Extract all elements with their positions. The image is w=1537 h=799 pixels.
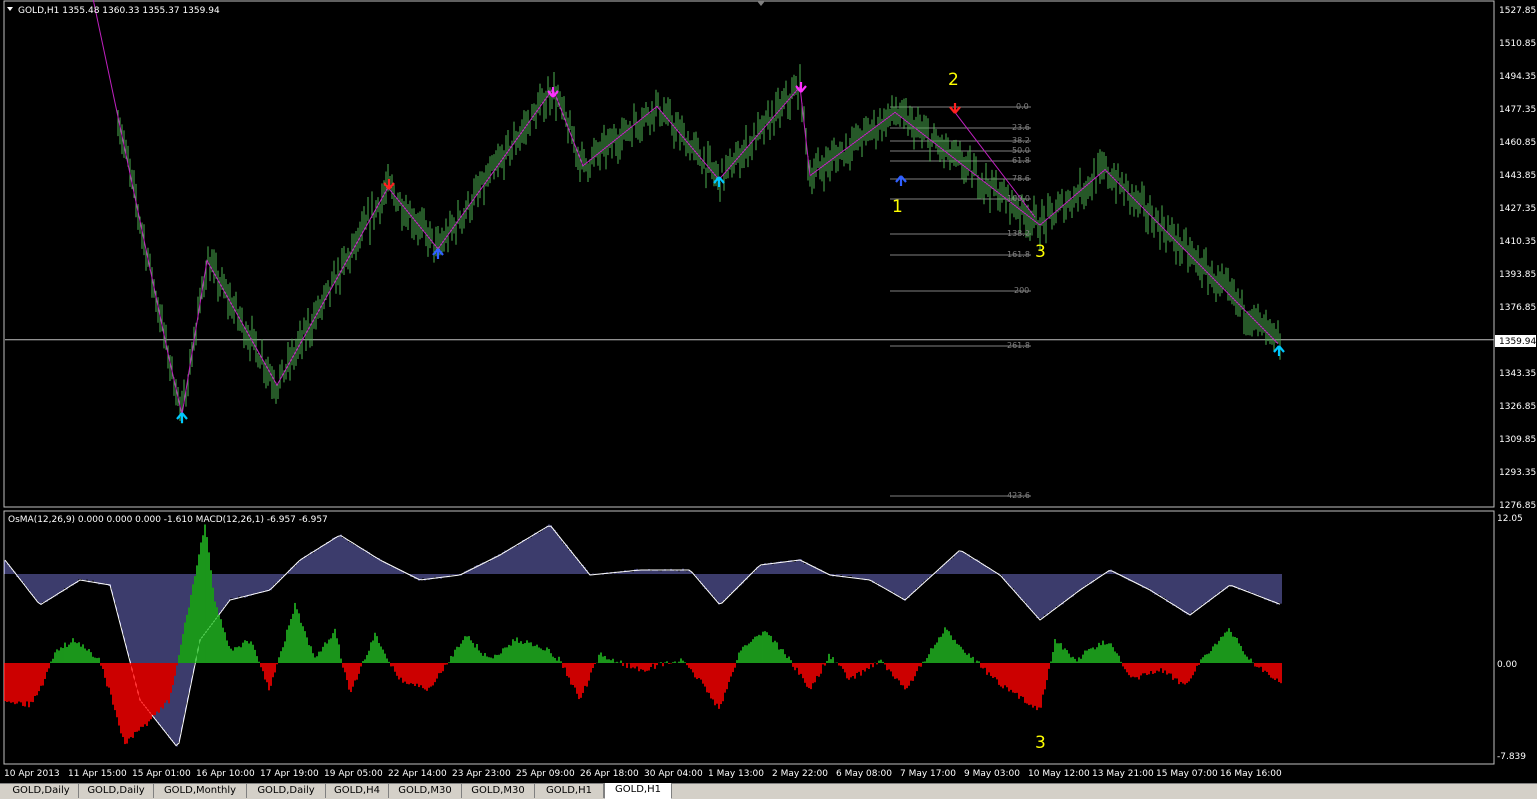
- tab-gold-m30[interactable]: GOLD,M30: [389, 784, 462, 798]
- price-tick: 1343.35: [1499, 369, 1536, 379]
- price-tick: 1326.85: [1499, 402, 1536, 412]
- time-tick: 7 May 17:00: [900, 769, 956, 779]
- time-tick: 13 May 21:00: [1092, 769, 1154, 779]
- tab-gold-h4[interactable]: GOLD,H4: [326, 784, 389, 798]
- up-arrow-icon: [895, 175, 907, 186]
- current-price-label: 1359.94: [1499, 337, 1536, 347]
- time-tick: 15 Apr 01:00: [132, 769, 191, 779]
- indicator-tick: 12.05: [1497, 514, 1523, 524]
- fibonacci-labels: 0.0 23.6 38.2 50.0 61.8 78.6 100.0 138.2…: [1007, 102, 1030, 500]
- time-tick: 10 May 12:00: [1028, 769, 1090, 779]
- price-tick: 1510.85: [1499, 39, 1536, 49]
- tab-gold-h1-active[interactable]: GOLD,H1: [604, 783, 672, 799]
- chart-tab-bar: GOLD,Daily GOLD,Daily GOLD,Monthly GOLD,…: [0, 783, 1537, 799]
- time-tick: 25 Apr 09:00: [516, 769, 575, 779]
- fib-label: 61.8: [1012, 156, 1030, 165]
- fib-label: 38.2: [1012, 136, 1030, 145]
- chart-menu-icon[interactable]: [7, 7, 13, 11]
- tab-gold-daily[interactable]: GOLD,Daily: [247, 784, 326, 798]
- price-tick: 1494.35: [1499, 72, 1536, 82]
- price-tick: 1443.85: [1499, 171, 1536, 181]
- indicator-tick: 0.00: [1497, 660, 1517, 670]
- fib-label: 161.8: [1007, 250, 1030, 259]
- fib-label: 138.2: [1007, 229, 1030, 238]
- time-tick: 19 Apr 05:00: [324, 769, 383, 779]
- fib-label: 423.6: [1007, 491, 1030, 500]
- fib-label: 23.6: [1012, 123, 1030, 132]
- indicator-panel-header: OsMA(12,26,9) 0.000 0.000 0.000 -1.610 M…: [8, 515, 328, 525]
- time-tick: 30 Apr 04:00: [644, 769, 703, 779]
- price-tick: 1477.35: [1499, 105, 1536, 115]
- up-arrow-icon: [176, 412, 188, 423]
- time-tick: 26 Apr 18:00: [580, 769, 639, 779]
- up-arrow-shape: [1273, 345, 1285, 356]
- price-tick: 1293.35: [1499, 468, 1536, 478]
- up-arrow-shape: [176, 412, 188, 423]
- price-tick: 1427.35: [1499, 204, 1536, 214]
- main-panel-border: [3, 0, 1495, 508]
- fib-label: 200: [1014, 286, 1029, 295]
- down-arrow-icon: [949, 103, 961, 114]
- price-tick: 1410.35: [1499, 237, 1536, 247]
- time-tick: 15 May 07:00: [1156, 769, 1218, 779]
- price-tick: 1376.85: [1499, 303, 1536, 313]
- main-panel: [5, 0, 1494, 497]
- main-panel-header: GOLD,H1 1355.48 1360.33 1355.37 1359.94: [18, 6, 220, 16]
- price-tick: 1309.85: [1499, 435, 1536, 445]
- down-arrow-shape: [949, 103, 961, 114]
- price-tick: 1460.85: [1499, 138, 1536, 148]
- time-tick: 2 May 22:00: [772, 769, 828, 779]
- time-tick: 11 Apr 15:00: [68, 769, 127, 779]
- fib-label: 261.8: [1007, 341, 1030, 350]
- fib-label: 0.0: [1016, 102, 1029, 111]
- tab-gold-m30[interactable]: GOLD,M30: [462, 784, 535, 798]
- indicator-wave-label-3: 3: [1035, 733, 1046, 753]
- time-tick: 9 May 03:00: [964, 769, 1020, 779]
- time-tick: 16 May 16:00: [1220, 769, 1282, 779]
- time-tick: 17 Apr 19:00: [260, 769, 319, 779]
- up-arrow-icon: [1273, 345, 1285, 356]
- shift-marker-icon[interactable]: [757, 1, 765, 6]
- time-tick: 1 May 13:00: [708, 769, 764, 779]
- time-tick: 16 Apr 10:00: [196, 769, 255, 779]
- wave-label-3: 3: [1035, 242, 1046, 262]
- fib-label: 50.0: [1012, 146, 1030, 155]
- tab-gold-daily[interactable]: GOLD,Daily: [79, 784, 154, 798]
- fib-label: 78.6: [1012, 174, 1030, 183]
- time-tick: 23 Apr 23:00: [452, 769, 511, 779]
- price-axis: 1527.85 1510.85 1494.35 1477.35 1460.85 …: [1495, 6, 1536, 511]
- tab-gold-monthly[interactable]: GOLD,Monthly: [154, 784, 247, 798]
- wave-label-2: 2: [948, 70, 959, 90]
- price-tick: 1276.85: [1499, 501, 1536, 511]
- indicator-tick: -7.839: [1497, 752, 1526, 762]
- price-tick: 1393.85: [1499, 270, 1536, 280]
- time-tick: 22 Apr 14:00: [388, 769, 447, 779]
- tab-gold-h1[interactable]: GOLD,H1: [535, 784, 604, 798]
- time-tick: 6 May 08:00: [836, 769, 892, 779]
- wave-label-1: 1: [892, 197, 903, 217]
- zigzag-line: [92, 0, 1279, 415]
- tab-gold-daily[interactable]: GOLD,Daily: [4, 784, 79, 798]
- indicator-panel-border: [3, 510, 1495, 765]
- time-tick: 10 Apr 2013: [4, 769, 60, 779]
- fib-label: 100.0: [1007, 194, 1030, 203]
- time-axis: 10 Apr 2013 11 Apr 15:00 15 Apr 01:00 16…: [4, 769, 1282, 779]
- up-arrow-shape: [895, 175, 907, 186]
- chart-area[interactable]: GOLD,H1 1355.48 1360.33 1355.37 1359.94 …: [0, 0, 1537, 783]
- price-tick: 1527.85: [1499, 6, 1536, 16]
- indicator-panel: [4, 524, 1282, 747]
